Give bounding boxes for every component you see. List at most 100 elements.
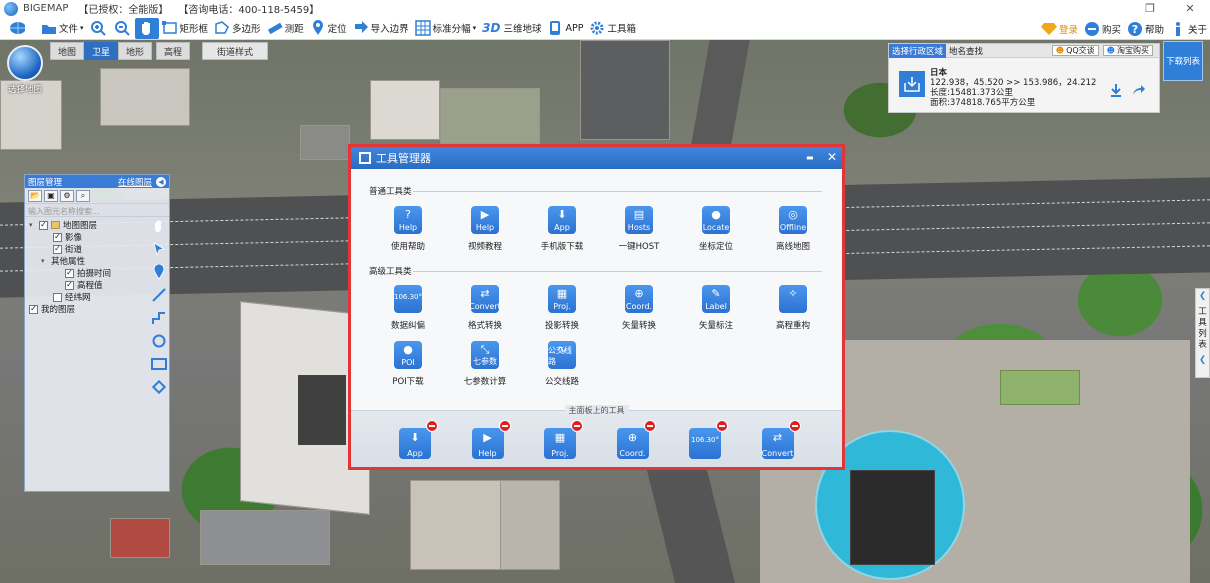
import-border-button[interactable]: 导入边界 xyxy=(350,18,412,39)
layer-tree-item[interactable]: ✓ 我的图层 xyxy=(25,303,169,315)
share-arrow-icon[interactable] xyxy=(1131,83,1145,97)
tool-item[interactable]: ✎ Label 矢量标注 xyxy=(681,285,751,331)
download-icon[interactable] xyxy=(1109,83,1123,97)
layer-checkbox[interactable]: ✓ xyxy=(53,232,62,242)
help-button[interactable]: ? 帮助 xyxy=(1124,18,1167,39)
toolbox-button[interactable]: 工具箱 xyxy=(586,18,639,39)
main-panel-tool[interactable]: 106.30° xyxy=(689,420,728,459)
polyline-tool-icon[interactable] xyxy=(151,310,167,326)
tool-item[interactable]: ⊕ Coord. 矢量转换 xyxy=(604,285,674,331)
layer-tree-item[interactable]: 经纬网 xyxy=(25,291,169,303)
locate-button[interactable]: 定位 xyxy=(307,18,350,39)
about-button[interactable]: 关于 xyxy=(1167,18,1210,39)
taobao-buy-button[interactable]: ☻ 淘宝购买 xyxy=(1102,45,1153,56)
main-panel-tool[interactable]: ⊕ Coord. xyxy=(616,420,656,459)
close-window-button[interactable]: ✕ xyxy=(1170,0,1210,17)
eraser-tool-icon[interactable] xyxy=(151,379,167,395)
layer-checkbox[interactable]: ✓ xyxy=(53,244,62,254)
tool-item[interactable]: ∿ 公交线路 公交线路 xyxy=(527,341,597,387)
globe-menu-button[interactable] xyxy=(0,18,36,39)
layer-search-input[interactable]: 输入图元名称搜索... xyxy=(25,204,169,217)
main-panel-tool[interactable]: ⬇ App xyxy=(399,420,438,459)
layer-tree-item[interactable]: ✓ 影像 xyxy=(25,231,169,243)
tool-item[interactable]: 106.30° 数据纠偏 xyxy=(373,285,443,331)
tab-street-style[interactable]: 街道样式 xyxy=(202,42,268,60)
main-panel-tool[interactable]: ▦ Proj. xyxy=(544,420,583,459)
buy-button[interactable]: 购买 xyxy=(1081,18,1124,39)
tool-glyph-icon: ? xyxy=(405,208,411,221)
remove-tool-icon[interactable] xyxy=(426,420,438,432)
minimize-button[interactable]: ▬ xyxy=(806,153,814,162)
pan-hand-button[interactable] xyxy=(134,17,159,39)
tool-item[interactable]: ● Locate 坐标定位 xyxy=(681,206,751,252)
zoom-in-button[interactable] xyxy=(87,18,111,39)
remove-tool-icon[interactable] xyxy=(643,420,656,432)
tab-place-search[interactable]: 地名查找 xyxy=(946,44,986,58)
layer-tree-item[interactable]: ▾ ✓ 地图图层 xyxy=(25,219,169,231)
main-panel-tool[interactable]: ⇄ Convert xyxy=(761,420,801,459)
circle-tool-icon[interactable] xyxy=(151,333,167,349)
login-button[interactable]: 登录 xyxy=(1038,18,1081,39)
tool-item[interactable]: ? Help 使用帮助 xyxy=(373,206,443,252)
hand-icon[interactable] xyxy=(151,218,167,234)
layer-checkbox[interactable] xyxy=(53,292,62,302)
pointer-arrow-icon[interactable] xyxy=(151,241,167,257)
tab-select-region[interactable]: 选择行政区域 xyxy=(889,43,947,58)
app-button[interactable]: APP xyxy=(544,18,586,39)
tool-item[interactable]: ⇄ Convert 格式转换 xyxy=(450,285,520,331)
tab-elevation[interactable]: 高程 xyxy=(156,42,190,60)
collapse-icon[interactable]: ◀ xyxy=(156,176,166,187)
remove-tool-icon[interactable] xyxy=(788,420,801,432)
tool-list-sidebar[interactable]: ❮ 工具列表 ❮ xyxy=(1195,288,1210,378)
measure-button[interactable]: 测距 xyxy=(264,18,307,39)
chevron-left-icon[interactable]: ❮ xyxy=(1199,291,1206,301)
remove-tool-icon[interactable] xyxy=(571,420,583,432)
online-layer-link[interactable]: 在线图层 xyxy=(118,176,152,188)
tab-terrain[interactable]: 地形 xyxy=(118,42,152,60)
chevron-left-icon[interactable]: ❮ xyxy=(1199,355,1206,365)
tool-item[interactable]: ◎ Offline 离线地图 xyxy=(758,206,828,252)
remove-tool-icon[interactable] xyxy=(716,420,728,432)
layer-tree-item[interactable]: ✓ 街道 xyxy=(25,243,169,255)
search-icon[interactable]: ⌕ xyxy=(76,189,90,202)
zoom-out-button[interactable] xyxy=(111,18,135,39)
layer-tree-item[interactable]: ✓ 高程值 xyxy=(25,279,169,291)
file-menu-button[interactable]: 文件 ▾ xyxy=(38,18,87,39)
expand-toggle-icon[interactable]: ▾ xyxy=(41,257,49,265)
line-tool-icon[interactable] xyxy=(151,287,167,303)
layer-checkbox[interactable]: ✓ xyxy=(65,268,74,278)
rectangle-tool-icon[interactable] xyxy=(151,356,167,372)
tool-item[interactable]: ▤ Hosts 一键HOST xyxy=(604,206,674,252)
tab-map[interactable]: 地图 xyxy=(50,42,84,60)
layer-tree-item[interactable]: ▾ 其他属性 xyxy=(25,255,169,267)
tool-item[interactable]: ⬇ App 手机版下载 xyxy=(527,206,597,252)
open-folder-icon[interactable]: 📂 xyxy=(28,189,42,202)
building-roof xyxy=(298,375,346,445)
tab-satellite[interactable]: 卫星 xyxy=(84,42,118,60)
download-list-button[interactable]: 下载列表 xyxy=(1163,41,1203,81)
tool-item[interactable]: ▶ Help 视频教程 xyxy=(450,206,520,252)
download-region-button[interactable] xyxy=(899,71,925,97)
standard-tile-button[interactable]: 标准分幅 ▾ xyxy=(412,18,480,39)
expand-toggle-icon[interactable]: ▾ xyxy=(29,221,37,229)
remove-tool-icon[interactable] xyxy=(498,420,511,432)
layer-checkbox[interactable]: ✓ xyxy=(65,280,74,290)
main-panel-tool[interactable]: ▶ Help xyxy=(471,420,511,459)
marker-pin-icon[interactable] xyxy=(151,264,167,280)
polygon-select-button[interactable]: 多边形 xyxy=(211,18,264,39)
tool-item[interactable]: ⤡ 七参数 七参数计算 xyxy=(450,341,520,387)
select-map-button[interactable]: 选择地图 xyxy=(5,45,45,95)
tool-item[interactable]: ✧ 高程重构 xyxy=(758,285,828,331)
layer-checkbox[interactable]: ✓ xyxy=(29,304,38,314)
close-button[interactable]: ✕ xyxy=(827,150,837,164)
qq-chat-button[interactable]: ☻ QQ交谈 xyxy=(1051,45,1099,56)
tool-item[interactable]: ● POI POI下载 xyxy=(373,341,443,387)
layer-tree-item[interactable]: ✓ 拍摄时间 xyxy=(25,267,169,279)
restore-window-button[interactable]: ❐ xyxy=(1130,0,1170,17)
globe-3d-button[interactable]: 3D 三维地球 xyxy=(479,18,544,39)
layer-settings-icon[interactable]: ⚙ xyxy=(60,189,74,202)
tool-item[interactable]: ▦ Proj. 投影转换 xyxy=(527,285,597,331)
rect-select-button[interactable]: 矩形框 xyxy=(159,18,212,39)
save-icon[interactable]: ▣ xyxy=(44,189,58,202)
layer-checkbox[interactable]: ✓ xyxy=(39,220,48,230)
